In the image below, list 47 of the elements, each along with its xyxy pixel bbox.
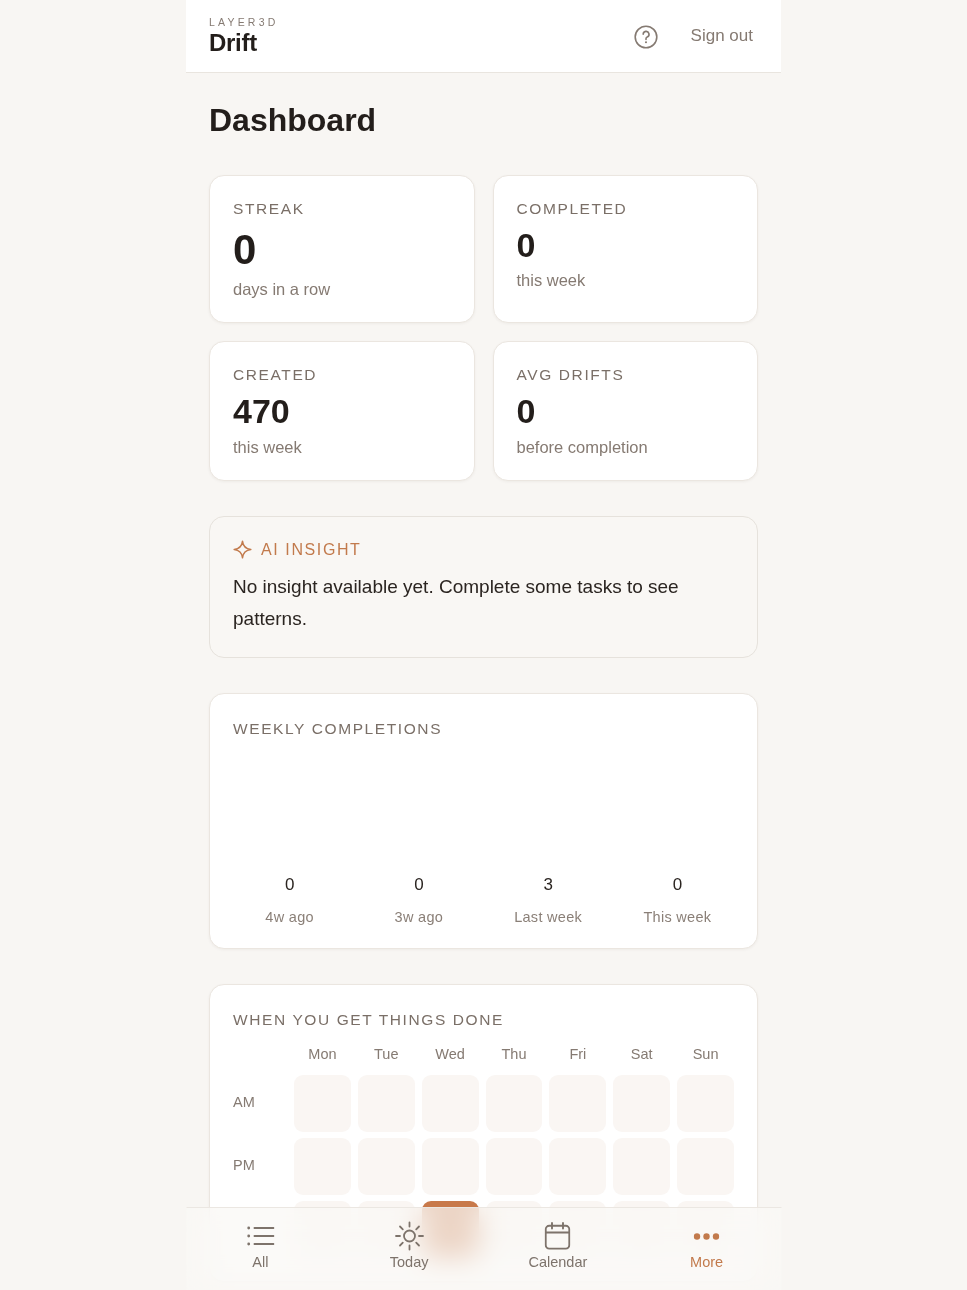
sun-icon[interactable] <box>394 1221 425 1251</box>
week-count: 0 <box>414 873 424 896</box>
list-icon[interactable] <box>246 1225 275 1247</box>
nav-tab[interactable]: Calendar <box>483 1221 633 1271</box>
stat-caption: before completion <box>516 436 648 458</box>
brand-label: LAYER3D <box>209 15 279 29</box>
nav-tab[interactable]: More <box>632 1221 781 1271</box>
day-label: Fri <box>568 1044 588 1063</box>
stat-value: 0 <box>516 227 536 265</box>
insight-title: AI INSIGHT <box>261 539 362 559</box>
week-count: 3 <box>543 873 553 896</box>
week-label: Last week <box>514 907 583 927</box>
week-label: This week <box>643 907 712 927</box>
stat-caption: this week <box>233 436 302 458</box>
time-label: PM <box>233 1156 255 1176</box>
stat-label: CREATED <box>233 365 318 385</box>
stat-label: COMPLETED <box>516 199 628 218</box>
page-title: Dashboard <box>209 101 378 139</box>
stat-caption: days in a row <box>233 279 331 301</box>
nav-tab[interactable]: All <box>186 1221 335 1271</box>
stat-caption: this week <box>516 270 586 292</box>
day-label: Tue <box>373 1044 400 1063</box>
day-label: Thu <box>500 1044 528 1063</box>
week-label: 3w ago <box>394 907 444 927</box>
week-count: 0 <box>672 873 683 896</box>
card-title: WEEKLY COMPLETIONS <box>233 718 443 738</box>
day-label: Sun <box>691 1044 720 1063</box>
time-label: AM <box>233 1093 255 1113</box>
calendar-icon[interactable] <box>544 1222 571 1250</box>
more-icon[interactable] <box>693 1232 720 1240</box>
card-title: WHEN YOU GET THINGS DONE <box>233 1009 504 1029</box>
app-name: Drift <box>209 29 258 57</box>
day-label: Mon <box>307 1044 338 1063</box>
nav-tab[interactable]: Today <box>334 1221 484 1271</box>
help-icon[interactable] <box>633 24 658 49</box>
insight-text: No insight available yet. Complete some tasks to see patterns. <box>233 574 680 631</box>
day-label: Sat <box>629 1044 654 1063</box>
day-label: Wed <box>434 1044 466 1063</box>
stat-value: 0 <box>233 227 257 274</box>
stat-value: 0 <box>516 393 536 431</box>
stat-label: AVG DRIFTS <box>516 365 625 385</box>
sign-out-button[interactable]: Sign out <box>690 25 753 47</box>
sparkle-icon <box>233 539 252 559</box>
week-label: 4w ago <box>265 907 314 927</box>
stat-label: STREAK <box>233 199 305 218</box>
stat-value: 470 <box>233 393 290 431</box>
week-count: 0 <box>284 873 295 896</box>
